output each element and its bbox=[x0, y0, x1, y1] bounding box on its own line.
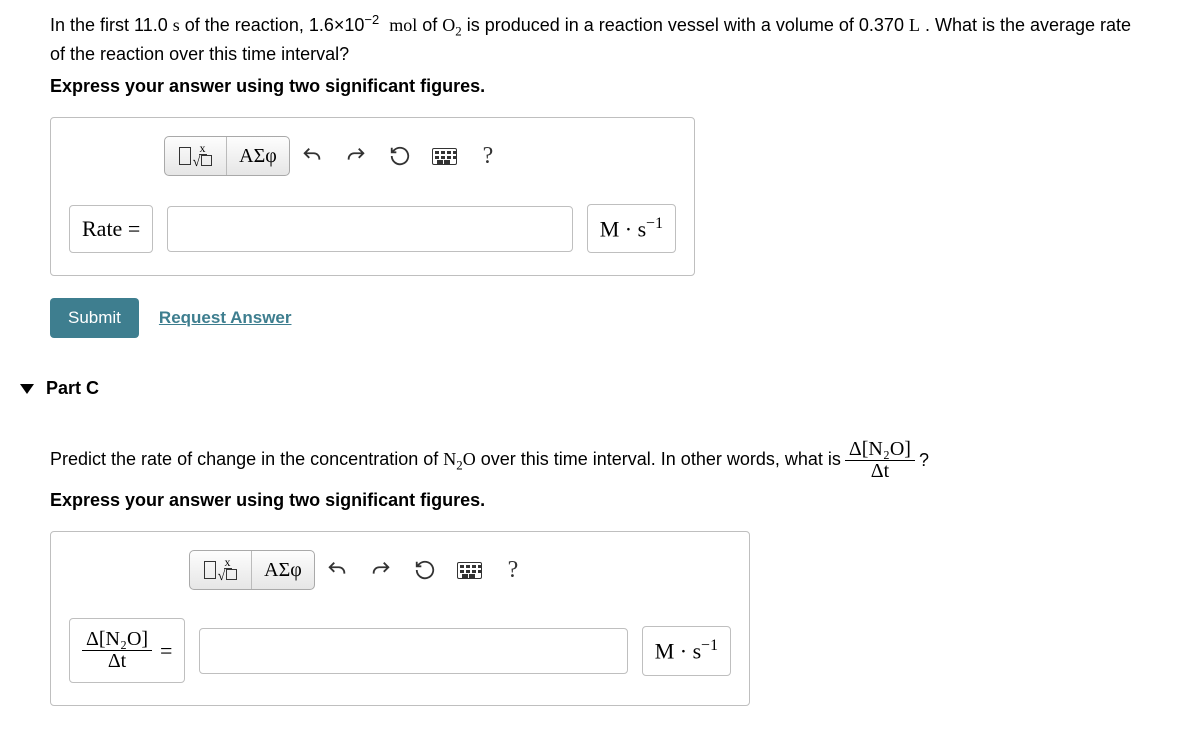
svar: s bbox=[173, 15, 180, 35]
templates-button[interactable]: x√ bbox=[190, 550, 252, 590]
help-icon[interactable]: ? bbox=[466, 136, 510, 176]
unit-exp: −1 bbox=[646, 215, 663, 232]
format-group-c: x√ ΑΣφ bbox=[189, 550, 315, 590]
partc-unit-label: M · s−1 bbox=[642, 626, 731, 675]
lvar: L bbox=[909, 15, 920, 35]
keyboard-icon[interactable] bbox=[447, 550, 491, 590]
redo-icon[interactable] bbox=[334, 136, 378, 176]
unit-base: M · s bbox=[600, 216, 646, 241]
partb-unit-label: M · s−1 bbox=[587, 204, 676, 253]
partc-title: Part C bbox=[46, 378, 99, 399]
unit-exp: −1 bbox=[701, 637, 718, 654]
exp: −2 bbox=[364, 12, 379, 27]
frac-den: Δt bbox=[867, 461, 893, 482]
partb-lhs-label: Rate = bbox=[69, 205, 153, 253]
mol: mol bbox=[389, 15, 417, 35]
reset-icon[interactable] bbox=[403, 550, 447, 590]
partc-toolbar: x√ ΑΣφ ? bbox=[69, 550, 731, 590]
unit-base: M · s bbox=[655, 639, 701, 664]
partb-toolbar: x√ ΑΣφ ? bbox=[69, 136, 676, 176]
partb-actions: Submit Request Answer bbox=[50, 298, 1150, 338]
greek-button[interactable]: ΑΣφ bbox=[227, 136, 289, 176]
request-answer-link[interactable]: Request Answer bbox=[159, 308, 292, 328]
redo-icon[interactable] bbox=[359, 550, 403, 590]
equals: = bbox=[160, 638, 172, 664]
partb-input-row: Rate = M · s−1 bbox=[69, 204, 676, 253]
keyboard-icon[interactable] bbox=[422, 136, 466, 176]
partc-problem-text: Predict the rate of change in the concen… bbox=[50, 439, 1150, 482]
partb-answer-box: x√ ΑΣφ ? Rate = M · s−1 bbox=[50, 117, 695, 276]
n: N bbox=[443, 449, 456, 469]
reset-icon[interactable] bbox=[378, 136, 422, 176]
pt4: is produced in a reaction vessel with a … bbox=[462, 15, 909, 35]
format-group: x√ ΑΣφ bbox=[164, 136, 290, 176]
fraction-delta-n2o: Δ[N₂O] Δt bbox=[845, 439, 915, 482]
undo-icon[interactable] bbox=[315, 550, 359, 590]
lhs-den: Δt bbox=[104, 651, 130, 672]
collapse-icon[interactable] bbox=[20, 384, 34, 394]
pt1: In the first 11.0 bbox=[50, 15, 173, 35]
partc-input-row: Δ[N₂O] Δt = M · s−1 bbox=[69, 618, 731, 683]
templates-button[interactable]: x√ bbox=[165, 136, 227, 176]
partc-lhs-frac: Δ[N₂O] Δt bbox=[82, 629, 152, 672]
c1: Predict the rate of change in the concen… bbox=[50, 449, 443, 469]
pt2: of the reaction, 1.6×10 bbox=[180, 15, 365, 35]
o2n: O bbox=[442, 15, 455, 35]
partc-instruction: Express your answer using two significan… bbox=[50, 490, 1150, 511]
o: O bbox=[463, 449, 476, 469]
partc-answer-box: x√ ΑΣφ ? Δ[N₂O] Δt bbox=[50, 531, 750, 706]
qmark: ? bbox=[919, 447, 929, 474]
lhs-num: Δ[N₂O] bbox=[82, 629, 152, 651]
partc-header[interactable]: Part C bbox=[20, 378, 1150, 399]
help-icon[interactable]: ? bbox=[491, 550, 535, 590]
submit-button[interactable]: Submit bbox=[50, 298, 139, 338]
partb-instruction: Express your answer using two significan… bbox=[50, 76, 1150, 97]
frac-num: Δ[N₂O] bbox=[845, 439, 915, 461]
undo-icon[interactable] bbox=[290, 136, 334, 176]
greek-button[interactable]: ΑΣφ bbox=[252, 550, 314, 590]
c2: over this time interval. In other words,… bbox=[476, 449, 841, 469]
partb-problem-text: In the first 11.0 s of the reaction, 1.6… bbox=[50, 10, 1150, 68]
partc-lhs-label: Δ[N₂O] Δt = bbox=[69, 618, 185, 683]
partb-answer-input[interactable] bbox=[167, 206, 572, 252]
pt3: of bbox=[417, 15, 442, 35]
